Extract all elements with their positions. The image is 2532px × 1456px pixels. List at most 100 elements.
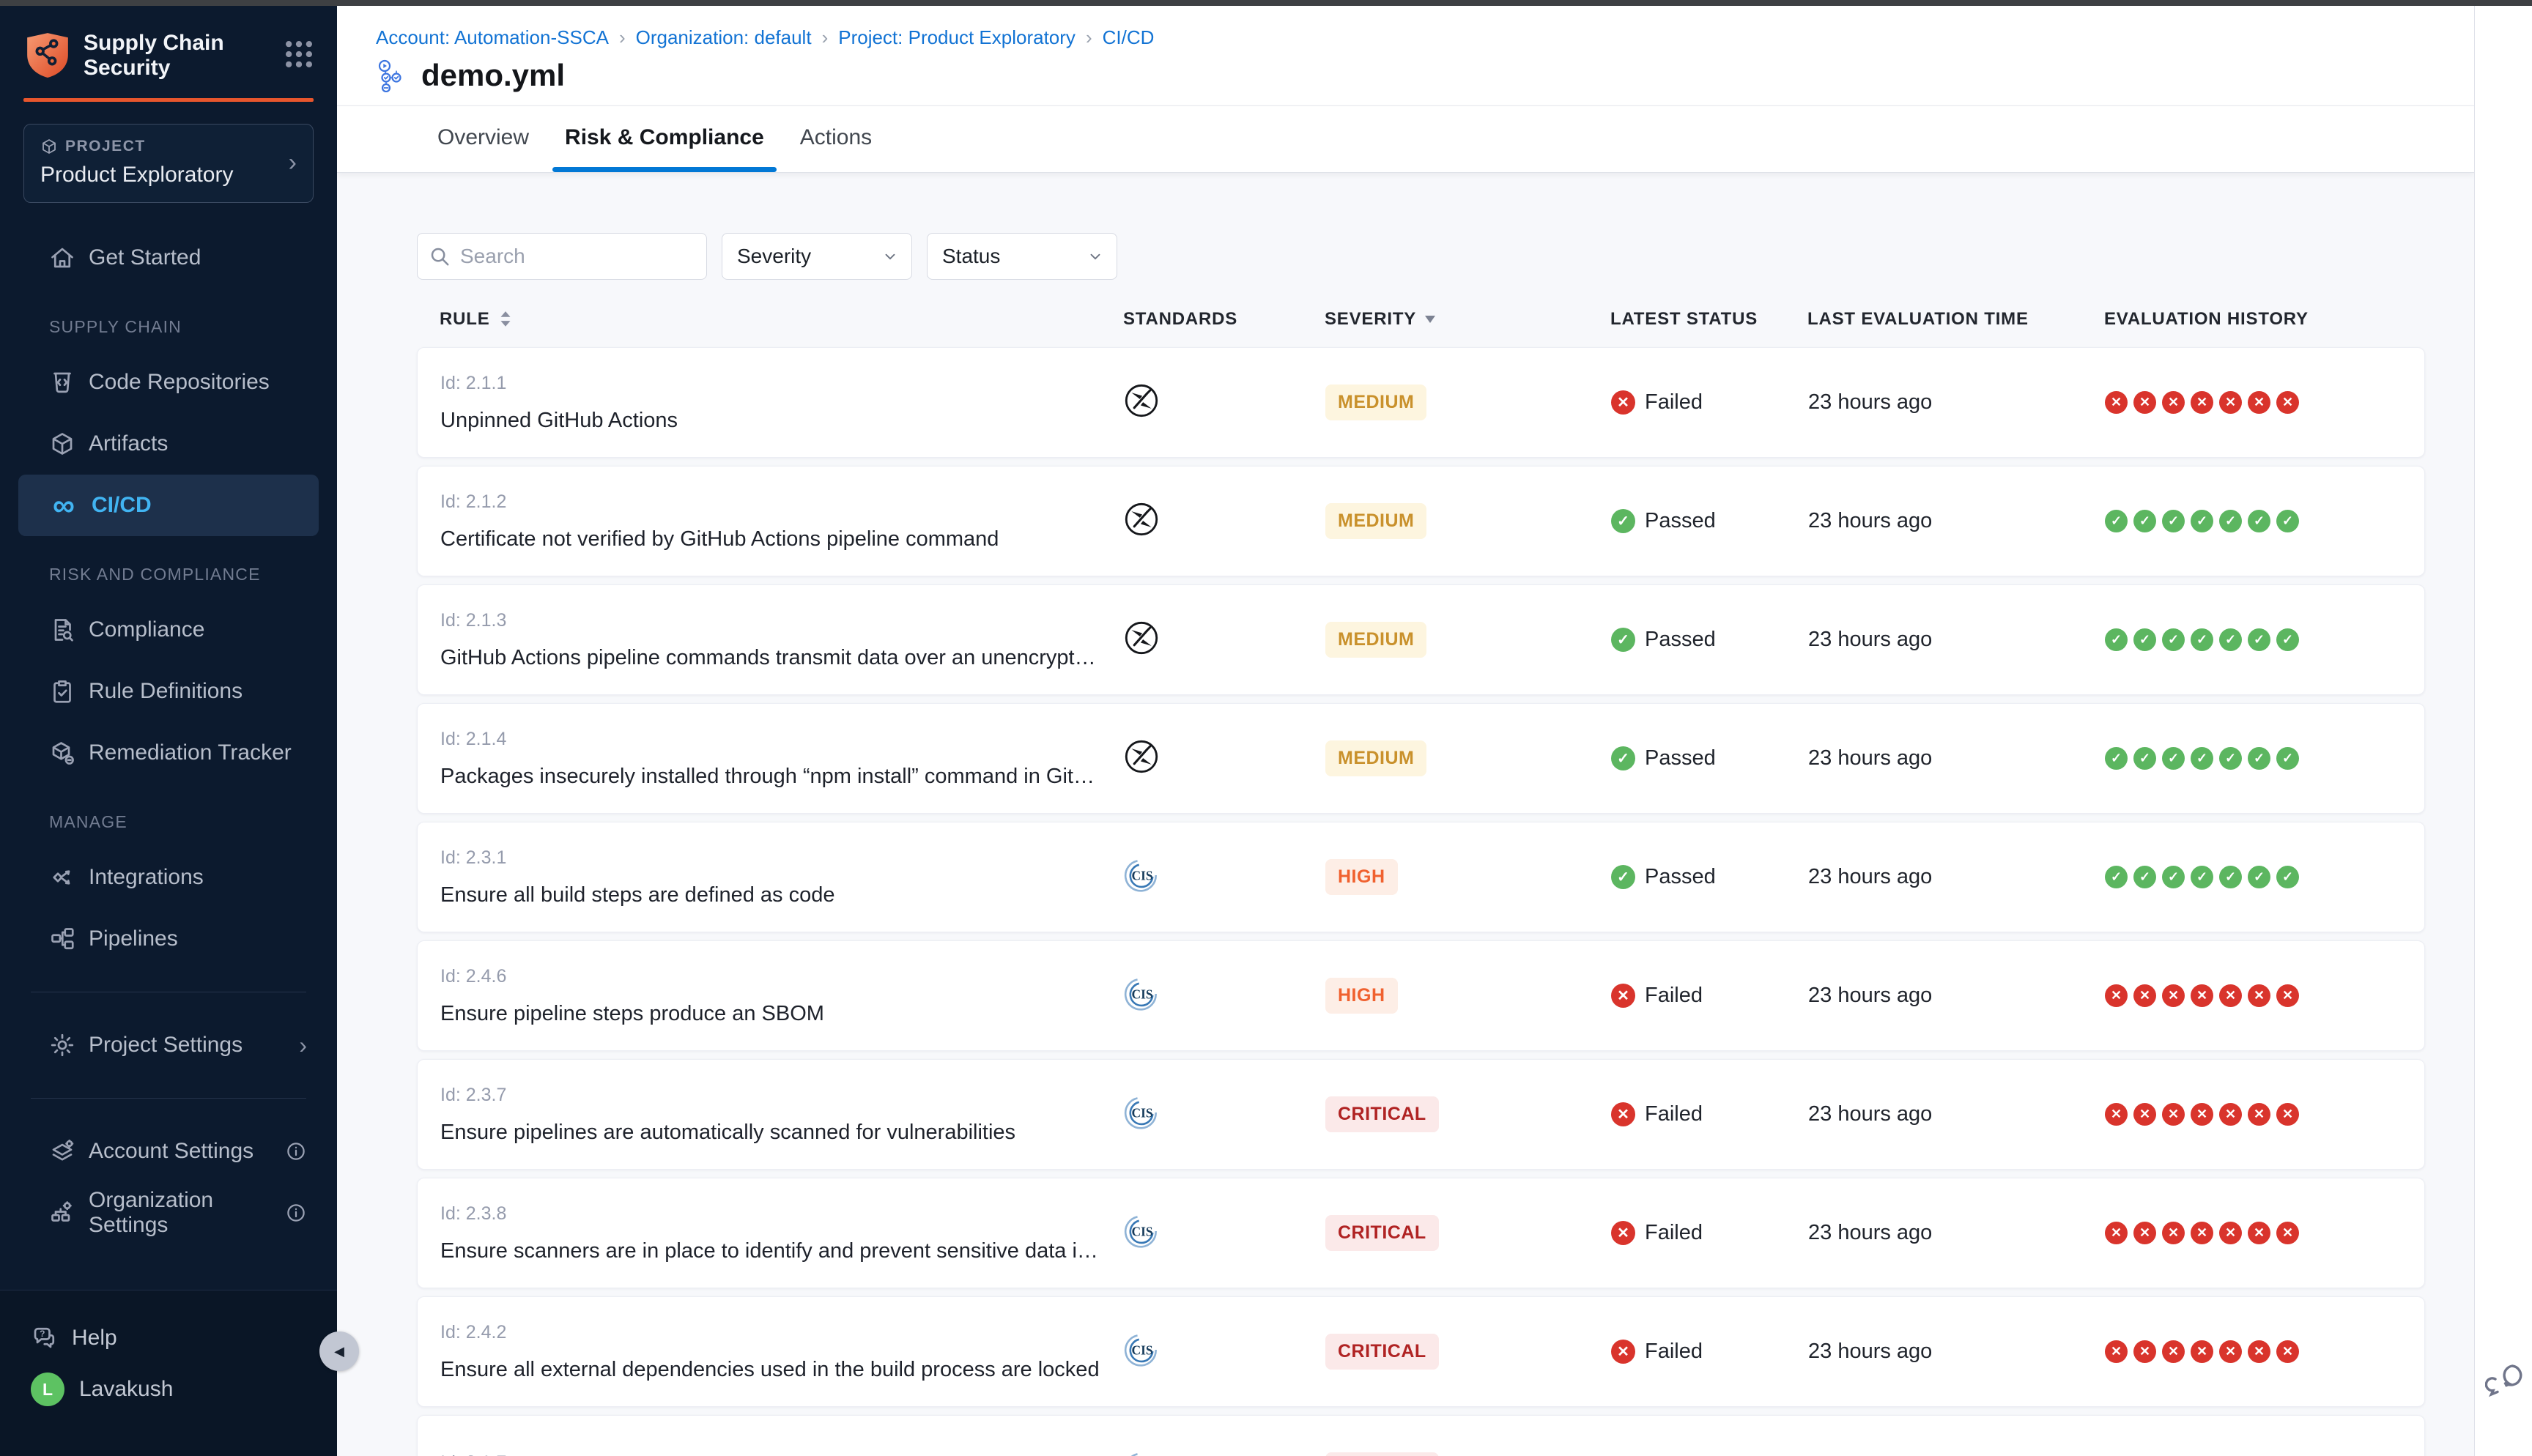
breadcrumb-project[interactable]: Project: Product Exploratory bbox=[838, 26, 1076, 49]
sidebar-item-project-settings[interactable]: Project Settings › bbox=[18, 1014, 319, 1076]
rule-id: Id: 2.3.8 bbox=[440, 1203, 1124, 1225]
column-header-severity[interactable]: SEVERITY bbox=[1325, 309, 1610, 330]
sidebar-item-rule-definitions[interactable]: Rule Definitions bbox=[18, 661, 319, 722]
history-pass-icon bbox=[2105, 628, 2128, 651]
rule-cell: Id: 2.4.2 Ensure all external dependenci… bbox=[418, 1322, 1124, 1382]
sidebar-item-account-settings[interactable]: Account Settings bbox=[18, 1121, 319, 1182]
support-chat-icon[interactable] bbox=[2485, 1361, 2523, 1399]
history-fail-icon bbox=[2276, 391, 2299, 414]
breadcrumb-cicd[interactable]: CI/CD bbox=[1103, 26, 1155, 49]
latest-status-cell: Failed bbox=[1611, 390, 1808, 415]
rule-cell: Id: 2.3.7 Ensure pipelines are automatic… bbox=[418, 1085, 1124, 1145]
last-evaluation-time: 23 hours ago bbox=[1808, 628, 2105, 652]
status-text: Failed bbox=[1645, 984, 1703, 1008]
severity-filter-dropdown[interactable]: Severity bbox=[722, 233, 912, 280]
rule-name: Ensure pipeline steps produce an SBOM bbox=[440, 1002, 1100, 1026]
project-label: PROJECT bbox=[65, 138, 146, 155]
code-repository-icon bbox=[49, 369, 75, 395]
table-row[interactable]: Id: 2.3.8 Ensure scanners are in place t… bbox=[417, 1178, 2425, 1288]
help-chat-icon: ? bbox=[31, 1325, 57, 1351]
sidebar-item-organization-settings[interactable]: Organization Settings bbox=[18, 1182, 319, 1244]
rule-id: Id: 2.1.4 bbox=[440, 729, 1124, 750]
gear-icon bbox=[49, 1032, 75, 1058]
chevron-separator-icon: › bbox=[822, 26, 829, 49]
history-pass-icon bbox=[2219, 628, 2242, 651]
breadcrumb-organization[interactable]: Organization: default bbox=[636, 26, 812, 49]
passed-icon bbox=[1611, 509, 1635, 533]
tab-bar: Overview Risk & Compliance Actions bbox=[337, 106, 2474, 173]
table-row[interactable]: Id: 2.3.7 Ensure pipelines are automatic… bbox=[417, 1059, 2425, 1170]
table-row[interactable]: Id: 2.1.1 Unpinned GitHub Actions MEDIUM… bbox=[417, 347, 2425, 458]
history-fail-icon bbox=[2162, 1340, 2185, 1363]
sidebar-item-remediation-tracker[interactable]: Remediation Tracker bbox=[18, 722, 319, 784]
history-fail-icon bbox=[2219, 1222, 2242, 1244]
severity-cell: MEDIUM bbox=[1325, 622, 1611, 658]
table-header-row: RULE STANDARDS SEVERITY LATEST STATUS LA… bbox=[417, 309, 2474, 330]
sidebar-item-compliance[interactable]: Compliance bbox=[18, 599, 319, 661]
history-fail-icon bbox=[2219, 984, 2242, 1007]
info-icon bbox=[285, 1202, 307, 1224]
passed-icon bbox=[1611, 865, 1635, 889]
sidebar-collapse-button[interactable]: ◀ bbox=[319, 1331, 359, 1371]
sidebar-item-code-repositories[interactable]: Code Repositories bbox=[18, 352, 319, 413]
supply-chain-security-logo-icon bbox=[23, 31, 72, 79]
severity-badge: HIGH bbox=[1325, 978, 1398, 1014]
severity-badge: CRITICAL bbox=[1325, 1452, 1439, 1456]
history-pass-icon bbox=[2219, 866, 2242, 888]
history-fail-icon bbox=[2276, 1340, 2299, 1363]
history-fail-icon bbox=[2276, 1222, 2299, 1244]
rule-name: Ensure all external dependencies used in… bbox=[440, 1358, 1100, 1382]
project-selector[interactable]: PROJECT Product Exploratory › bbox=[23, 124, 314, 203]
history-fail-icon bbox=[2191, 1222, 2213, 1244]
owasp-icon bbox=[1124, 620, 1159, 655]
severity-badge: CRITICAL bbox=[1325, 1334, 1439, 1370]
tab-actions[interactable]: Actions bbox=[788, 125, 884, 172]
sidebar-item-get-started[interactable]: Get Started bbox=[18, 227, 319, 289]
search-icon bbox=[429, 245, 451, 267]
clipboard-check-icon bbox=[49, 678, 75, 705]
severity-badge: MEDIUM bbox=[1325, 740, 1426, 776]
status-filter-dropdown[interactable]: Status bbox=[927, 233, 1117, 280]
table-row[interactable]: Id: 2.1.2 Certificate not verified by Gi… bbox=[417, 466, 2425, 576]
module-grid-icon[interactable] bbox=[284, 40, 314, 69]
column-header-rule[interactable]: RULE bbox=[417, 309, 1123, 330]
standards-cell bbox=[1124, 502, 1325, 541]
history-pass-icon bbox=[2105, 510, 2128, 532]
help-button[interactable]: ? Help bbox=[31, 1312, 314, 1364]
rule-id: Id: 3.1.7 bbox=[440, 1452, 1124, 1456]
history-pass-icon bbox=[2276, 747, 2299, 770]
status-text: Failed bbox=[1645, 1102, 1703, 1126]
tab-risk-and-compliance[interactable]: Risk & Compliance bbox=[552, 125, 777, 172]
sidebar-item-integrations[interactable]: Integrations bbox=[18, 847, 319, 908]
status-text: Passed bbox=[1645, 865, 1716, 889]
history-pass-icon bbox=[2162, 510, 2185, 532]
table-row[interactable]: Id: 3.1.7 CIS CRITICAL Failed 23 hours a… bbox=[417, 1415, 2425, 1456]
user-menu[interactable]: L Lavakush bbox=[31, 1364, 314, 1415]
tab-overview[interactable]: Overview bbox=[425, 125, 541, 172]
severity-badge: MEDIUM bbox=[1325, 503, 1426, 539]
sidebar-item-cicd[interactable]: ∞ CI/CD bbox=[18, 475, 319, 536]
failed-icon bbox=[1611, 1102, 1635, 1126]
table-row[interactable]: Id: 2.3.1 Ensure all build steps are def… bbox=[417, 822, 2425, 932]
severity-badge: HIGH bbox=[1325, 859, 1398, 895]
last-evaluation-time: 23 hours ago bbox=[1808, 1340, 2105, 1364]
column-header-evaluation-history: EVALUATION HISTORY bbox=[2104, 309, 2474, 330]
sidebar: Supply Chain Security PROJECT Product Ex… bbox=[0, 6, 337, 1456]
latest-status-cell: Failed bbox=[1611, 1102, 1808, 1126]
table-row[interactable]: Id: 2.4.2 Ensure all external dependenci… bbox=[417, 1296, 2425, 1407]
table-row[interactable]: Id: 2.1.4 Packages insecurely installed … bbox=[417, 703, 2425, 814]
svg-text:CIS: CIS bbox=[1132, 987, 1153, 1002]
sidebar-item-artifacts[interactable]: Artifacts bbox=[18, 413, 319, 475]
rule-name: GitHub Actions pipeline commands transmi… bbox=[440, 646, 1100, 670]
evaluation-history bbox=[2105, 628, 2424, 651]
sidebar-section-supply-chain: SUPPLY CHAIN bbox=[18, 302, 319, 352]
evaluation-history bbox=[2105, 747, 2424, 770]
sidebar-item-pipelines[interactable]: Pipelines bbox=[18, 908, 319, 970]
latest-status-cell: Passed bbox=[1611, 628, 1808, 652]
breadcrumb-account[interactable]: Account: Automation-SSCA bbox=[376, 26, 609, 49]
table-row[interactable]: Id: 2.1.3 GitHub Actions pipeline comman… bbox=[417, 584, 2425, 695]
search-input[interactable] bbox=[417, 233, 707, 280]
history-pass-icon bbox=[2276, 866, 2299, 888]
column-header-last-evaluation-time: LAST EVALUATION TIME bbox=[1807, 309, 2104, 330]
table-row[interactable]: Id: 2.4.6 Ensure pipeline steps produce … bbox=[417, 940, 2425, 1051]
